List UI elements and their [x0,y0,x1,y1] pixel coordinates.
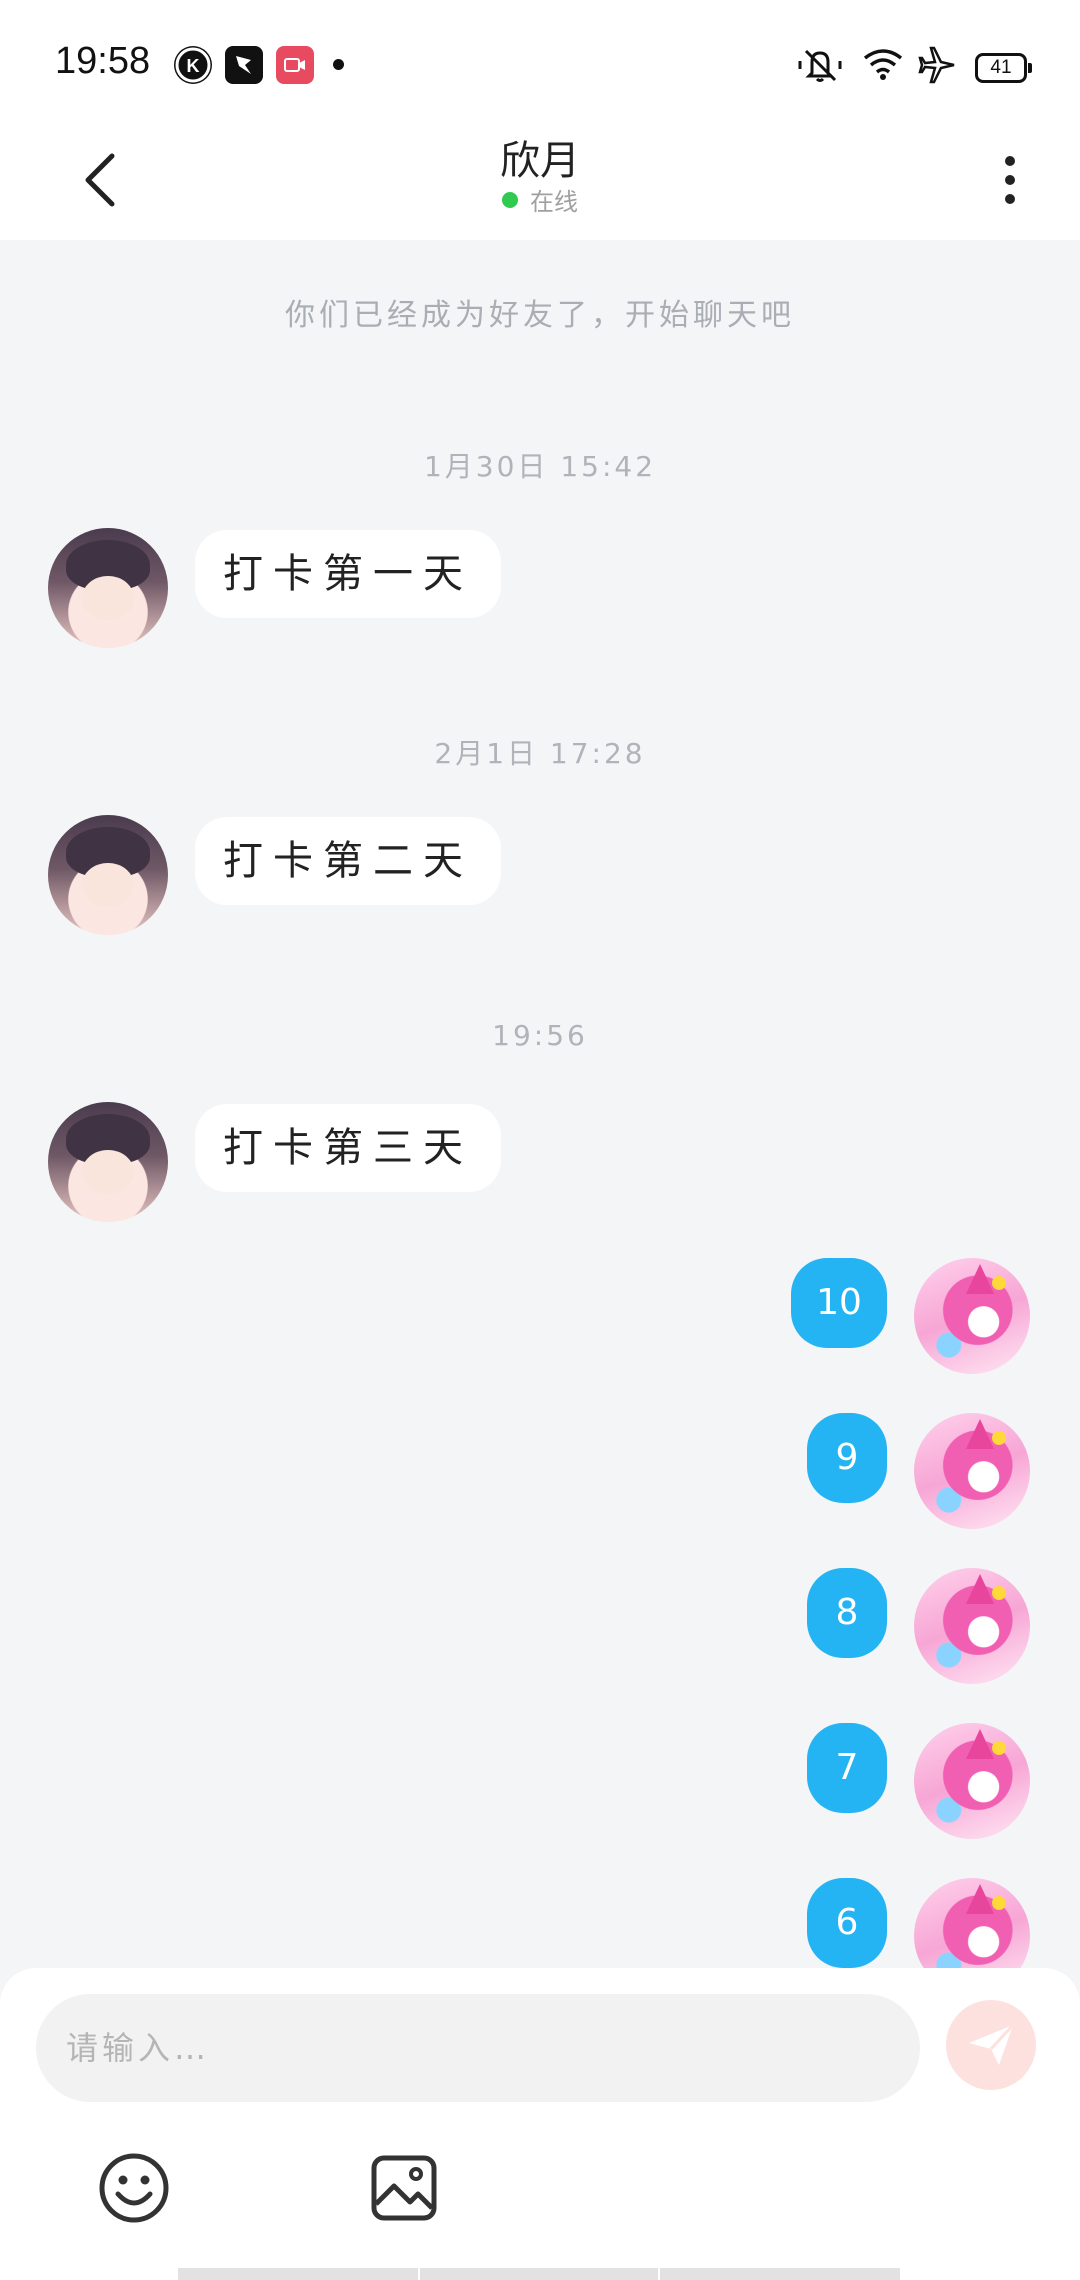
chat-screen: 19:58 K 41 欣月 在线 你们已经成为好友了，开始聊天吧 1月30日 1… [0,0,1080,2280]
timestamp: 1月30日 15:42 [423,450,657,483]
home-indicator-segment [178,2268,418,2280]
contact-avatar[interactable] [48,1102,168,1222]
timestamp: 19:56 [492,1019,588,1052]
notification-dot [333,59,344,70]
my-avatar[interactable] [914,1568,1030,1684]
outgoing-message-bubble[interactable]: 10 [791,1258,887,1348]
outgoing-message-bubble[interactable]: 7 [807,1723,887,1813]
send-icon [969,2023,1015,2065]
mute-icon [797,45,843,89]
battery-icon: 41 [975,53,1032,83]
wifi-icon [862,46,904,86]
svg-text:K: K [187,56,200,76]
message-input[interactable] [36,1994,920,2102]
outgoing-message-bubble[interactable]: 6 [807,1878,887,1968]
outgoing-message-bubble[interactable]: 9 [807,1413,887,1503]
my-avatar[interactable] [914,1258,1030,1374]
input-panel [0,1968,1080,2280]
contact-name: 欣月 [500,138,580,184]
image-icon [371,2155,437,2221]
emoji-button[interactable] [94,2148,174,2228]
send-button[interactable] [946,2000,1036,2090]
contact-avatar[interactable] [48,815,168,935]
online-indicator-dot [502,191,518,208]
timestamp: 2月1日 17:28 [434,737,646,770]
my-avatar[interactable] [914,1723,1030,1839]
incoming-message-bubble[interactable]: 打卡第三天 [195,1104,501,1192]
chat-header: 欣月 在线 [0,120,1080,240]
video-app-icon [276,46,314,84]
home-indicator-segment [420,2268,658,2280]
emoji-icon [99,2153,169,2223]
more-options-button[interactable] [980,140,1040,220]
online-status-label: 在线 [530,188,578,216]
incoming-message-bubble[interactable]: 打卡第一天 [195,530,501,618]
k-app-icon: K [174,46,212,84]
home-indicator-segment [660,2268,900,2280]
airplane-mode-icon [917,46,957,88]
contact-avatar[interactable] [48,528,168,648]
status-time: 19:58 [55,40,151,82]
friend-added-notice: 你们已经成为好友了，开始聊天吧 [285,298,795,333]
message-input-container[interactable] [36,1994,920,2102]
incoming-message-bubble[interactable]: 打卡第二天 [195,817,501,905]
my-avatar[interactable] [914,1413,1030,1529]
feather-app-icon [225,46,263,84]
outgoing-message-bubble[interactable]: 8 [807,1568,887,1658]
online-status: 在线 [0,182,1080,217]
image-button[interactable] [364,2148,444,2228]
status-bar: 19:58 K 41 [0,0,1080,120]
